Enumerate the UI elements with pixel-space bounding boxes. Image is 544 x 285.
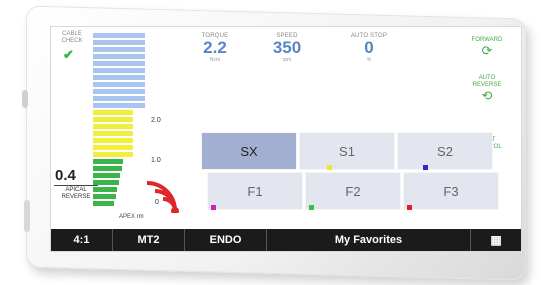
device-screen: CABLE CHECK ✔ 2.0 1.0 0 0.4 APICAL REVER…: [50, 26, 522, 252]
gauge-segment-blue: [93, 33, 145, 38]
marker-f1: [211, 205, 216, 210]
marker-f2: [309, 205, 314, 210]
gauge-segment-blue: [93, 68, 145, 73]
gauge-segment-yellow: [93, 124, 133, 129]
gauge-segment-blue: [93, 82, 145, 87]
auto-stop-metric[interactable]: AUTO STOP 0 %: [339, 33, 399, 63]
apex-label: APEX rm: [119, 214, 144, 220]
torque-value: 2.2: [203, 38, 227, 57]
program-f3[interactable]: F3: [403, 172, 499, 210]
auto-reverse-label: AUTO REVERSE: [472, 75, 502, 88]
tab-ratio[interactable]: 4:1: [51, 229, 113, 251]
side-port: [24, 200, 30, 232]
scale-label-1: 1.0: [151, 157, 161, 164]
speed-unit: rpm: [282, 57, 292, 63]
auto-stop-value: 0: [364, 38, 374, 57]
auto-stop-unit: %: [366, 57, 372, 63]
gauge-segment-blue: [93, 47, 145, 52]
gauge-segment-blue: [93, 75, 145, 80]
apical-reverse-label: APICAL REVERSE: [61, 187, 91, 200]
check-icon: ✔: [63, 47, 74, 62]
gauge-segment-yellow: [93, 138, 133, 143]
gauge-segment-yellow: [93, 152, 133, 157]
gauge-segment-blue: [93, 61, 145, 66]
marker-f3: [407, 205, 412, 210]
bottom-tab-bar: 4:1 MT2 ENDO My Favorites ▦: [51, 229, 521, 251]
torque-metric[interactable]: TORQUE 2.2 Ncm: [185, 33, 245, 63]
forward-control[interactable]: FORWARD ⟳: [461, 37, 513, 58]
gauge-segment-yellow: [93, 110, 133, 115]
speed-metric[interactable]: SPEED 350 rpm: [257, 33, 317, 63]
speed-value: 350: [272, 38, 302, 57]
gauge-segment-blue: [93, 96, 145, 101]
gauge-segment-green: [93, 201, 114, 206]
gauge-segment-yellow: [93, 145, 133, 150]
cable-check-label: CABLE CHECK: [61, 31, 83, 44]
program-f2[interactable]: F2: [305, 172, 401, 210]
program-s1[interactable]: S1: [299, 132, 395, 170]
tab-motor[interactable]: MT2: [113, 229, 185, 251]
marker-s2: [423, 165, 428, 170]
tab-endo[interactable]: ENDO: [185, 229, 267, 251]
apex-value: 0.4: [55, 167, 76, 184]
side-button[interactable]: [22, 90, 28, 108]
grid-menu-icon[interactable]: ▦: [471, 229, 521, 251]
gauge-segment-yellow: [93, 117, 133, 122]
forward-rotation-icon: ⟳: [481, 43, 493, 58]
gauge-segment-blue: [93, 89, 145, 94]
divider: [54, 185, 98, 186]
gauge-segment-yellow: [93, 131, 133, 136]
program-sx[interactable]: SX: [201, 132, 297, 170]
gauge-segment-green: [93, 166, 122, 171]
gauge-segment-green: [93, 159, 123, 164]
gauge-segment-blue: [93, 54, 145, 59]
gauge-segment-blue: [93, 40, 145, 45]
gauge-segment-blue: [93, 103, 145, 108]
program-s2[interactable]: S2: [397, 132, 493, 170]
scale-label-2: 2.0: [151, 117, 161, 124]
apex-signal-icon: [146, 181, 179, 213]
torque-unit: Ncm: [209, 57, 221, 63]
program-grid: SX S1 S2 F1 F2 F3: [201, 132, 499, 210]
auto-reverse-control[interactable]: AUTO REVERSE ⟲: [461, 75, 513, 103]
tab-favorites[interactable]: My Favorites: [267, 229, 471, 251]
auto-reverse-icon: ⟲: [481, 88, 493, 103]
program-f1[interactable]: F1: [207, 172, 303, 210]
gauge-segment-green: [93, 173, 120, 178]
marker-s1: [327, 165, 332, 170]
